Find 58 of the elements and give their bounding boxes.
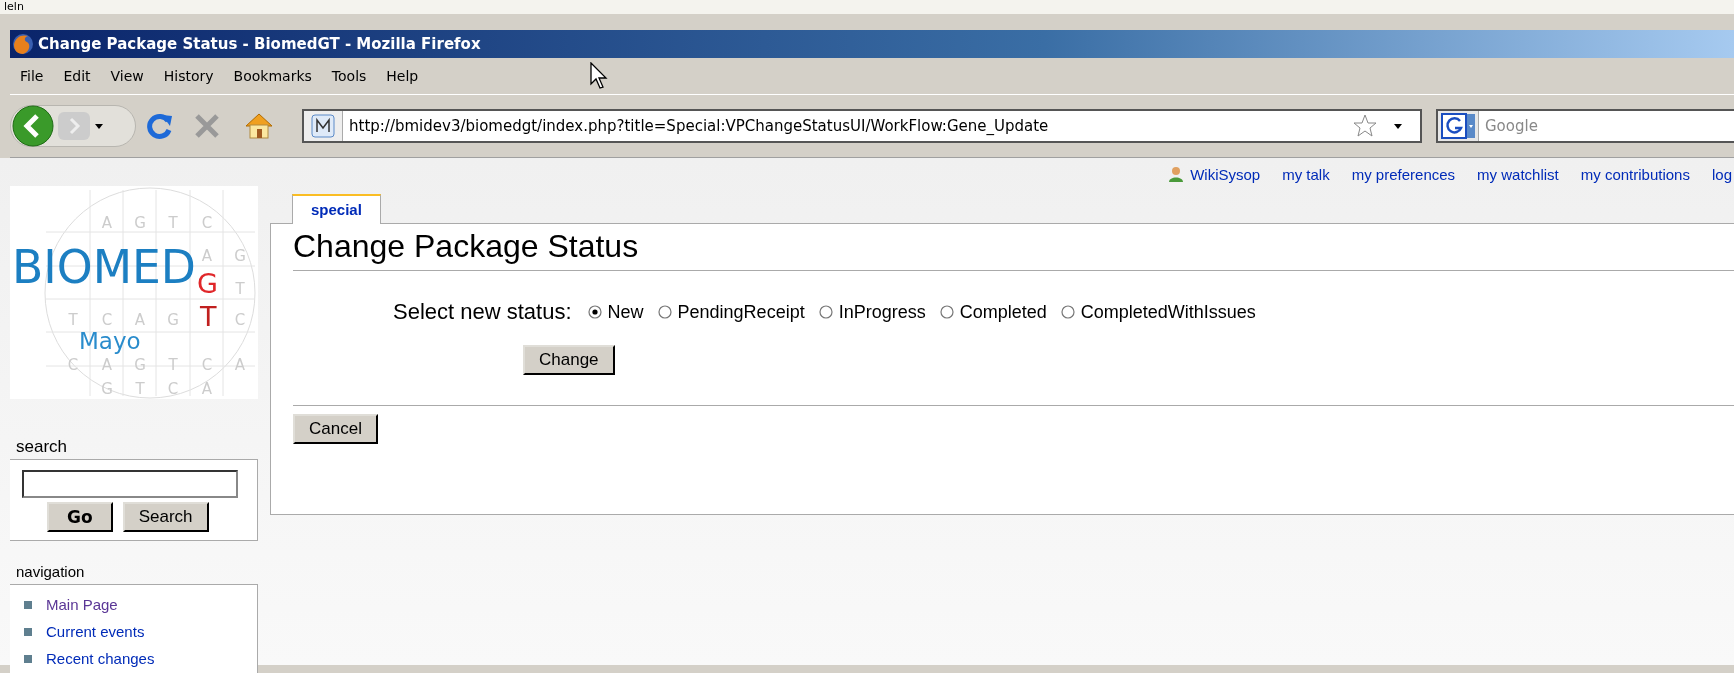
home-icon[interactable] [244, 112, 274, 140]
window-label: leln [4, 0, 24, 14]
personal-link[interactable]: my talk [1282, 165, 1330, 183]
menu-item[interactable]: Help [376, 68, 429, 84]
radio-label[interactable]: PendingReceipt [677, 301, 805, 323]
radio-label[interactable]: CompletedWithIssues [1080, 301, 1256, 323]
address-bar[interactable]: http://bmidev3/biomedgt/index.php?title=Special:VPChangeStatusUI/WorkFlow:Gene_Update [302, 109, 1422, 143]
radio-label[interactable]: Completed [959, 301, 1047, 323]
cursor-icon [590, 62, 610, 90]
menu-item[interactable]: Bookmarks [223, 68, 322, 84]
window-title: Change Package Status - BiomedGT - Mozilla Firefox [38, 35, 481, 53]
portlet-title: navigation [16, 563, 85, 580]
nav-link[interactable]: Recent changes [46, 650, 155, 667]
radio-label[interactable]: InProgress [838, 301, 926, 323]
bullet-icon [24, 627, 32, 636]
personal-link[interactable]: my contributions [1580, 165, 1690, 183]
user-link[interactable]: WikiSysop [1190, 165, 1261, 183]
radio-button[interactable] [657, 305, 672, 319]
cancel-button[interactable]: Cancel [293, 414, 378, 444]
back-button[interactable] [11, 104, 55, 148]
personal-link[interactable]: log [1711, 165, 1732, 183]
menu-item[interactable]: Edit [53, 68, 101, 84]
search-field[interactable]: Google [1436, 109, 1734, 143]
logo-letter: T [200, 301, 217, 332]
reload-icon[interactable] [146, 112, 174, 140]
radio-button[interactable] [818, 305, 833, 319]
dropdown-icon[interactable] [93, 122, 105, 130]
field-label: Select new status: [393, 299, 572, 325]
globe-fox-icon [12, 33, 34, 55]
search-field[interactable] [22, 470, 238, 498]
user-icon [1168, 166, 1185, 182]
personal-link[interactable]: my watchlist [1477, 165, 1559, 183]
page-tab[interactable]: special [292, 194, 381, 224]
menu-item[interactable]: Tools [321, 68, 377, 84]
menu-item[interactable]: History [153, 68, 224, 84]
google-g-icon[interactable] [1441, 113, 1475, 139]
star-icon[interactable] [1352, 113, 1378, 139]
radio-button[interactable] [1060, 305, 1075, 319]
search-button[interactable]: Search [122, 502, 209, 532]
menu-item[interactable]: File [10, 68, 54, 84]
radio-button[interactable] [587, 305, 602, 319]
logo-subtitle: Mayo [79, 328, 141, 354]
menu-item[interactable]: View [100, 68, 154, 84]
bullet-icon [24, 600, 32, 609]
search-input[interactable]: Google [1479, 116, 1687, 136]
site-icon [311, 114, 335, 138]
url-text: http://bmidev3/biomedgt/index.php?title=Special:VPChangeStatusUI/WorkFlow:Gene_Update [348, 117, 1050, 135]
personal-link[interactable]: my preferences [1351, 165, 1456, 183]
page-heading: Change Package Status [293, 224, 1734, 271]
bullet-icon [24, 654, 32, 663]
nav-link[interactable]: Current events [46, 623, 145, 640]
radio-button[interactable] [939, 305, 954, 319]
dropdown-icon[interactable] [1392, 122, 1404, 130]
portlet-title: search [16, 437, 68, 457]
go-button[interactable]: Go [47, 502, 113, 532]
change-button[interactable]: Change [523, 345, 615, 375]
radio-label[interactable]: New [607, 301, 644, 323]
nav-link[interactable]: Main Page [46, 596, 118, 613]
